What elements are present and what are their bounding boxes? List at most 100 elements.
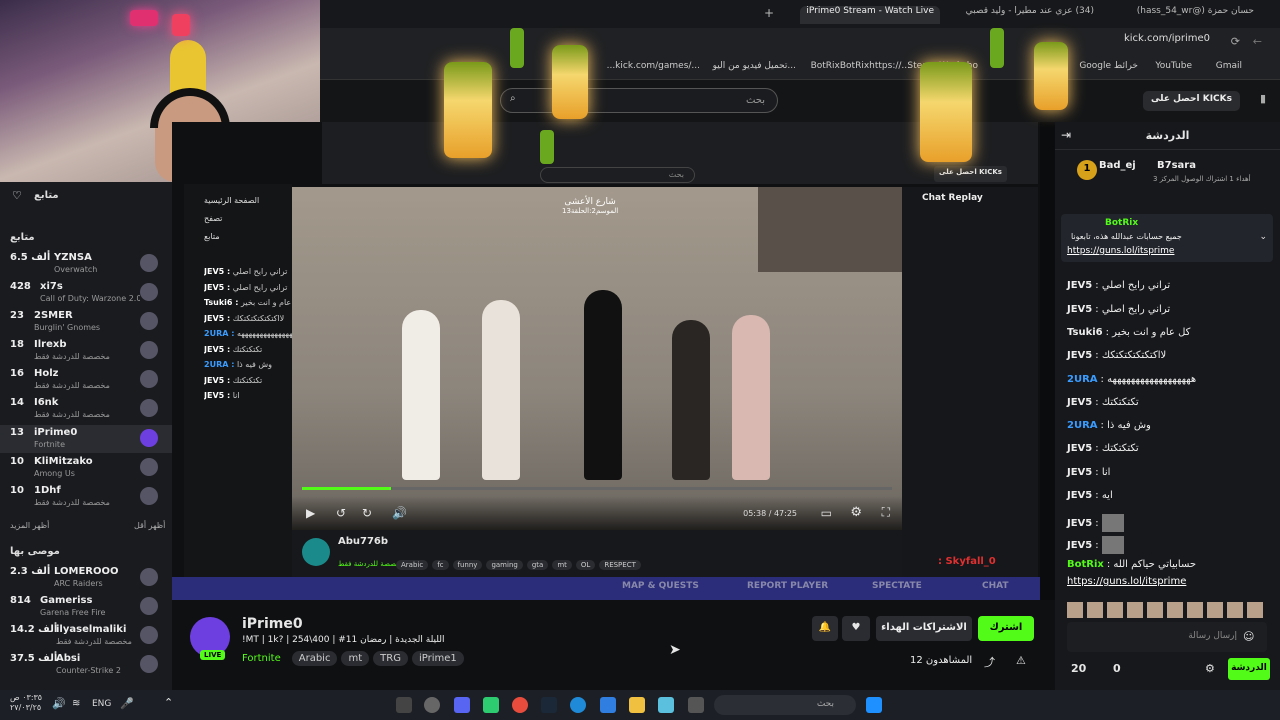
edge-icon[interactable] [570,697,586,713]
sidebar-item-yznsa[interactable]: 6.5 ألف YZNSA Overwatch [0,250,172,278]
fullscreen-icon[interactable]: ⛶ [882,505,890,520]
steam-icon[interactable] [541,697,557,713]
task-view-icon[interactable] [688,697,704,713]
taskbar-search[interactable]: بحث [714,695,856,715]
sidebar-item-ilyaselmaliki[interactable]: 14.2 ألف ilyaselmaliki مخصصة للدردشة فقط [0,622,172,650]
sidebar-item-holz[interactable]: 16 Holz مخصصة للدردشة فقط [0,366,172,394]
bookmark-download[interactable]: تحميل فيديو من اليو... [713,61,796,71]
inner-nav-home[interactable]: الصفحة الرئيسية [204,196,259,205]
bookmark-botrix[interactable]: BotRixBotRixhttps://... [811,61,910,71]
bookmark-kick-games[interactable]: ...kick.com/games/... [607,61,700,71]
app-icon[interactable] [424,697,440,713]
emote-strip[interactable] [1067,602,1267,618]
inner-nav-following[interactable]: متابع [204,232,220,241]
game-menu-map[interactable]: MAP & QUESTS [622,581,699,591]
sidebar-item-xi7s[interactable]: 428 xi7s Call of Duty: Warzone 2.0 [0,279,172,307]
gift-subs-button[interactable]: الاشتراكات الهداء [876,616,972,641]
game-menu-spectate[interactable]: SPECTATE [872,581,922,591]
discord-icon[interactable] [454,697,470,713]
new-tab-icon[interactable]: + [764,6,774,20]
tab-active[interactable]: iPrime0 Stream - Watch Live [800,6,940,24]
chrome-icon[interactable] [512,697,528,713]
subscribe-button[interactable]: اشترك [978,616,1034,641]
folder-icon[interactable] [629,697,645,713]
inner-chat-overlay: الصفحة الرئيسية تصفح متابع JEV5 : تراني … [184,184,308,600]
rewind-icon[interactable]: ↺ [336,506,346,520]
app-icon[interactable] [396,697,412,713]
chevron-down-icon[interactable]: ⌄ [1259,232,1267,242]
video-player[interactable]: شارع الأعشى الموسم2:الحلقة13 ▶ ↺ ↻ 🔊 ▭ ⚙ … [292,187,902,530]
search-input[interactable]: بحث [500,88,778,113]
share-icon[interactable]: ⤴ [984,654,995,670]
volume-icon[interactable]: 🔊 [392,506,407,520]
sidebar-item-absi[interactable]: 37.5 ألف Absi Counter-Strike 2 [0,651,172,679]
speaker-icon[interactable]: 🔊 [52,697,66,710]
language-indicator[interactable]: ENG [92,699,111,709]
chat-message: 2URA: ههههههههههههههههههه [1067,374,1197,385]
sidebar-item-klimitzako[interactable]: 10 KliMitzako Among Us [0,454,172,482]
get-kicks-button[interactable]: احصل على KICKs [1143,91,1240,111]
inner-get-kicks-button[interactable]: احصل على KICKs [934,166,1007,182]
tag[interactable]: iPrime1 [411,651,464,666]
heart-button[interactable]: ♥ [842,616,870,641]
app-icon[interactable] [483,697,499,713]
reload-icon[interactable]: ⟳ [1231,35,1240,48]
app-icon[interactable] [600,697,616,713]
chat-message: JEV5: تكتكتكتك [1067,397,1139,408]
taskbar-clock[interactable]: ٠٣:٣٥ ص ٢٧/٠٣/٢٥ [10,693,42,713]
forward-icon[interactable]: ↻ [362,506,372,520]
bookmark-youtube[interactable]: YouTube [1155,61,1192,71]
chat-message-botrix: BotRix: حسابياتي حياكم الله [1067,559,1197,570]
pinned-link[interactable]: https://guns.lol/itsprime [1067,246,1174,256]
avatar [140,655,158,673]
chat-input[interactable]: إرسال رسالة [1067,622,1267,652]
show-more-link[interactable]: أظهر المزيد [10,521,49,530]
category-link[interactable]: Fortnite [242,651,288,666]
address-input[interactable]: kick.com/iprime0 [1060,33,1210,51]
tab-youtube[interactable]: (34) عزي عند مطيرا - وليد قصبي [960,6,1100,24]
sidebar-item-lomerooo[interactable]: 2.3 ألف LOMEROOO ARC Raiders [0,564,172,592]
game-menu-chat[interactable]: CHAT [982,581,1009,591]
menu-icon[interactable]: ▮ [1260,92,1266,105]
emoji-icon[interactable]: ☺ [1243,630,1254,643]
settings-icon[interactable]: ⚙ [850,505,862,520]
chat-message: JEV5: تراني رايح اصلي [1067,304,1171,315]
chevron-up-icon[interactable]: ⌃ [164,696,173,709]
sidebar-item-ilrexb[interactable]: 18 Ilrexb مخصصة للدردشة فقط [0,337,172,365]
back-icon[interactable]: ← [1253,35,1262,48]
send-chat-button[interactable]: الدردشة [1228,658,1270,680]
tag[interactable]: TRG [373,651,408,666]
tag[interactable]: mt [341,651,370,666]
pinned-message[interactable]: BotRix جميع حسابات عبدالله هذه، تابعونا … [1061,214,1273,262]
collapse-chat-icon[interactable]: ⇥ [1061,128,1071,142]
video-progress-bar[interactable] [302,487,892,490]
chat-icon[interactable]: ▭ [821,506,832,520]
app-icon[interactable] [658,697,674,713]
report-icon[interactable]: ⚠ [1016,654,1026,667]
tag[interactable]: Arabic [291,651,338,666]
bookmark-maps[interactable]: Google خرائط [1079,61,1138,71]
sidebar-item-iprime0[interactable]: 13 iPrime0 Fortnite [0,425,172,453]
play-icon[interactable]: ▶ [306,506,315,520]
gear-icon[interactable]: ⚙ [1205,662,1215,675]
mic-icon[interactable]: 🎤 [120,697,134,710]
bell-button[interactable]: 🔔 [812,616,838,641]
wifi-icon[interactable]: ≋ [72,698,80,709]
inner-search-input[interactable]: بحث [540,167,695,183]
video-time: 05:38 / 47:25 [743,509,797,518]
sidebar-item-i6nk[interactable]: 14 I6nk مخصصة للدردشة فقط [0,395,172,423]
sidebar-item-1dhf[interactable]: 10 1Dhf مخصصة للدردشة فقط [0,483,172,511]
sidebar-item-2smer[interactable]: 23 2SMER Burglin' Gnomes [0,308,172,336]
show-less-link[interactable]: أظهر أقل [134,521,165,530]
channel-name[interactable]: iPrime0 [242,616,303,632]
botrix-link[interactable]: https://guns.lol/itsprime [1067,576,1186,587]
bookmark-gmail[interactable]: Gmail [1216,61,1242,71]
game-menu-report[interactable]: REPORT PLAYER [747,581,828,591]
tab-tiktok[interactable]: حسان حمزة (@hass_54_wr) [1120,6,1260,24]
kicks-count: 0 [1113,662,1121,675]
windows-start-icon[interactable] [866,697,882,713]
avatar [140,370,158,388]
points-count[interactable]: 20 [1071,662,1086,675]
inner-nav-browse[interactable]: تصفح [204,214,222,223]
sidebar-item-gameriss[interactable]: 814 Gameriss Garena Free Fire [0,593,172,621]
